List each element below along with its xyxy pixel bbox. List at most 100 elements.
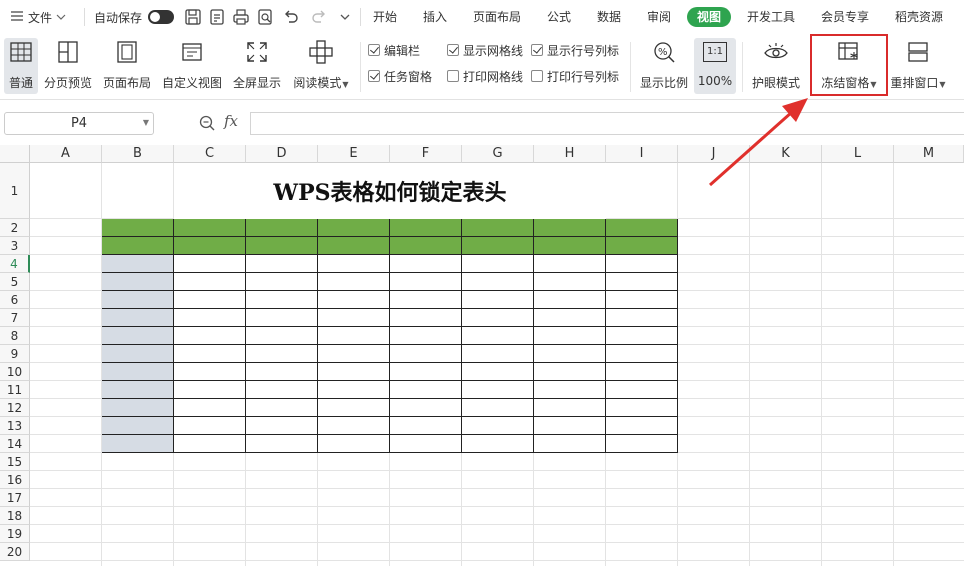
table-cell[interactable] xyxy=(462,291,534,309)
row-header-5[interactable]: 5 xyxy=(0,273,30,291)
header-cell[interactable] xyxy=(102,237,174,255)
zoom-button[interactable]: % 显示比例 xyxy=(638,38,690,94)
table-cell[interactable] xyxy=(606,255,678,273)
table-cell[interactable] xyxy=(534,255,606,273)
table-cell[interactable] xyxy=(246,255,318,273)
header-cell[interactable] xyxy=(462,237,534,255)
table-cell[interactable] xyxy=(390,363,462,381)
row-header-8[interactable]: 8 xyxy=(0,327,30,345)
more-dropdown-icon[interactable] xyxy=(336,8,354,26)
table-cell[interactable] xyxy=(534,381,606,399)
row-header-2[interactable]: 2 xyxy=(0,219,30,237)
header-cell[interactable] xyxy=(246,237,318,255)
table-cell[interactable] xyxy=(390,399,462,417)
header-cell[interactable] xyxy=(318,219,390,237)
fullscreen-button[interactable]: 全屏显示 xyxy=(232,38,282,94)
table-cell[interactable] xyxy=(390,255,462,273)
table-cell[interactable] xyxy=(462,399,534,417)
column-header-C[interactable]: C xyxy=(174,145,246,163)
table-cell[interactable] xyxy=(174,309,246,327)
column-header-G[interactable]: G xyxy=(462,145,534,163)
table-cell[interactable] xyxy=(534,327,606,345)
table-cell[interactable] xyxy=(462,345,534,363)
table-cell[interactable] xyxy=(390,291,462,309)
dropdown-arrow-icon[interactable]: ▼ xyxy=(143,118,149,127)
table-cell[interactable] xyxy=(462,309,534,327)
table-cell[interactable] xyxy=(174,417,246,435)
table-cell[interactable] xyxy=(246,345,318,363)
table-cell[interactable] xyxy=(534,273,606,291)
magnifier-icon[interactable] xyxy=(198,114,216,132)
table-cell[interactable] xyxy=(318,399,390,417)
header-cell[interactable] xyxy=(246,219,318,237)
first-column-cell[interactable] xyxy=(102,327,174,345)
header-cell[interactable] xyxy=(534,237,606,255)
header-cell[interactable] xyxy=(174,219,246,237)
table-cell[interactable] xyxy=(246,291,318,309)
row-header-13[interactable]: 13 xyxy=(0,417,30,435)
column-header-E[interactable]: E xyxy=(318,145,390,163)
normal-view-button[interactable]: 普通 xyxy=(4,38,38,94)
header-cell[interactable] xyxy=(390,219,462,237)
page-break-preview-button[interactable]: 分页预览 xyxy=(42,38,94,94)
first-column-cell[interactable] xyxy=(102,381,174,399)
header-cell[interactable] xyxy=(606,219,678,237)
table-cell[interactable] xyxy=(174,291,246,309)
print-headers-checkbox[interactable]: 打印行号列标 xyxy=(531,68,619,84)
formula-input[interactable] xyxy=(250,112,964,135)
header-cell[interactable] xyxy=(390,237,462,255)
row-header-3[interactable]: 3 xyxy=(0,237,30,255)
first-column-cell[interactable] xyxy=(102,363,174,381)
table-cell[interactable] xyxy=(462,363,534,381)
table-cell[interactable] xyxy=(606,327,678,345)
table-cell[interactable] xyxy=(606,399,678,417)
row-header-10[interactable]: 10 xyxy=(0,363,30,381)
tab-member[interactable]: 会员专享 xyxy=(820,7,870,27)
table-cell[interactable] xyxy=(606,345,678,363)
tab-insert[interactable]: 插入 xyxy=(422,7,448,27)
print-icon[interactable] xyxy=(232,8,250,26)
column-header-M[interactable]: M xyxy=(894,145,964,163)
table-cell[interactable] xyxy=(606,363,678,381)
table-cell[interactable] xyxy=(318,345,390,363)
select-all-corner[interactable] xyxy=(0,145,30,163)
table-cell[interactable] xyxy=(246,381,318,399)
column-header-D[interactable]: D xyxy=(246,145,318,163)
table-cell[interactable] xyxy=(246,309,318,327)
row-header-18[interactable]: 18 xyxy=(0,507,30,525)
table-cell[interactable] xyxy=(534,435,606,453)
table-cell[interactable] xyxy=(318,255,390,273)
autosave-toggle[interactable] xyxy=(148,10,175,24)
tab-view[interactable]: 视图 xyxy=(687,7,731,27)
table-cell[interactable] xyxy=(174,255,246,273)
table-cell[interactable] xyxy=(246,363,318,381)
first-column-cell[interactable] xyxy=(102,291,174,309)
header-cell[interactable] xyxy=(174,237,246,255)
row-header-15[interactable]: 15 xyxy=(0,453,30,471)
table-cell[interactable] xyxy=(318,309,390,327)
show-headers-checkbox[interactable]: 显示行号列标 xyxy=(531,42,619,58)
table-cell[interactable] xyxy=(318,291,390,309)
table-cell[interactable] xyxy=(534,291,606,309)
table-cell[interactable] xyxy=(534,309,606,327)
tab-docer[interactable]: 稻壳资源 xyxy=(894,7,944,27)
first-column-cell[interactable] xyxy=(102,309,174,327)
table-cell[interactable] xyxy=(606,273,678,291)
header-cell[interactable] xyxy=(534,219,606,237)
show-gridlines-checkbox[interactable]: 显示网格线 xyxy=(447,42,523,58)
table-cell[interactable] xyxy=(462,255,534,273)
table-cell[interactable] xyxy=(174,435,246,453)
first-column-cell[interactable] xyxy=(102,255,174,273)
table-cell[interactable] xyxy=(246,327,318,345)
table-cell[interactable] xyxy=(246,399,318,417)
table-cell[interactable] xyxy=(174,399,246,417)
table-cell[interactable] xyxy=(318,273,390,291)
row-header-19[interactable]: 19 xyxy=(0,525,30,543)
table-cell[interactable] xyxy=(318,363,390,381)
table-cell[interactable] xyxy=(174,345,246,363)
first-column-cell[interactable] xyxy=(102,273,174,291)
header-cell[interactable] xyxy=(606,237,678,255)
table-cell[interactable] xyxy=(174,363,246,381)
table-cell[interactable] xyxy=(390,345,462,363)
table-cell[interactable] xyxy=(606,309,678,327)
